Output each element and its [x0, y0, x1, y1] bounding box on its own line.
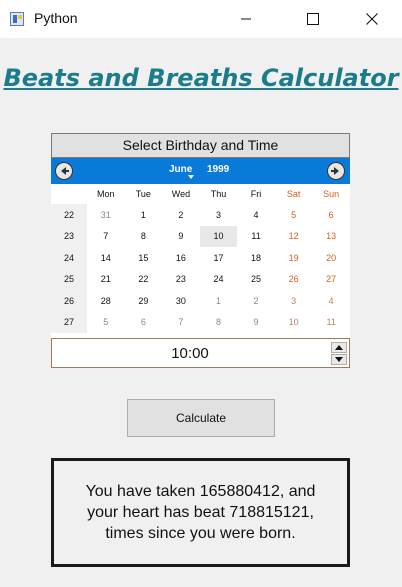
- calendar-week-row: 26 28 29 30 1 2 3 4: [51, 290, 350, 312]
- calendar-day[interactable]: 22: [125, 269, 163, 291]
- calendar-day[interactable]: 4: [237, 204, 275, 226]
- calendar-day-selected[interactable]: 10: [199, 225, 238, 247]
- calendar-day[interactable]: 28: [87, 290, 125, 312]
- calendar-day[interactable]: 1: [125, 204, 163, 226]
- result-panel: You have taken 165880412, and your heart…: [51, 458, 350, 567]
- calendar-year[interactable]: 1999: [207, 164, 229, 175]
- week-number: 26: [51, 290, 87, 312]
- calendar-day[interactable]: 3: [200, 204, 238, 226]
- calendar-day[interactable]: 3: [275, 290, 313, 312]
- month-dropdown-icon[interactable]: [188, 175, 194, 179]
- calendar-day[interactable]: 10: [275, 312, 313, 334]
- calendar-day[interactable]: 12: [275, 226, 313, 248]
- calendar-day[interactable]: 11: [237, 226, 275, 248]
- calendar-day[interactable]: 2: [162, 204, 200, 226]
- calendar-day[interactable]: 9: [237, 312, 275, 334]
- calculate-button[interactable]: Calculate: [127, 399, 275, 437]
- calendar-day[interactable]: 24: [200, 269, 238, 291]
- calendar-day[interactable]: 20: [312, 247, 350, 269]
- calendar-day[interactable]: 8: [125, 226, 163, 248]
- time-value[interactable]: 10:00: [52, 345, 328, 362]
- calendar-day[interactable]: 23: [162, 269, 200, 291]
- arrow-left-icon[interactable]: [55, 162, 73, 180]
- calendar-day[interactable]: 5: [275, 204, 313, 226]
- result-text: You have taken 165880412, and your heart…: [67, 481, 335, 544]
- python-app-icon: [10, 12, 24, 26]
- week-number: 23: [51, 225, 87, 247]
- calendar-day[interactable]: 6: [312, 204, 350, 226]
- calendar-day[interactable]: 16: [162, 247, 200, 269]
- calendar-day[interactable]: 25: [237, 269, 275, 291]
- spin-up-icon[interactable]: [331, 342, 347, 353]
- result-line: your heart has beat 718815121,: [87, 504, 314, 521]
- calendar-day[interactable]: 8: [200, 312, 238, 334]
- spin-down-icon[interactable]: [331, 354, 347, 365]
- calendar-day[interactable]: 26: [275, 269, 313, 291]
- calendar-day[interactable]: 2: [237, 290, 275, 312]
- week-number: 27: [51, 311, 87, 333]
- calendar-day[interactable]: 15: [125, 247, 163, 269]
- app-title: Beats and Breaths Calculator: [3, 64, 399, 92]
- close-icon: [366, 13, 378, 25]
- calendar-day[interactable]: 13: [312, 226, 350, 248]
- window-titlebar: Python: [0, 0, 402, 38]
- maximize-button[interactable]: [287, 0, 339, 38]
- weekday-header: Sun: [323, 189, 340, 199]
- calendar-header: Select Birthday and Time: [51, 133, 350, 158]
- calendar-week-row: 24 14 15 16 17 18 19 20: [51, 247, 350, 269]
- minimize-icon: [241, 18, 251, 20]
- calendar-month[interactable]: June: [169, 164, 192, 175]
- calendar-week-row: 27 5 6 7 8 9 10 11: [51, 311, 350, 334]
- calendar-week-row: 23 7 8 9 10 11 12 13: [51, 225, 350, 248]
- calendar-day[interactable]: 4: [312, 290, 350, 312]
- minimize-button[interactable]: [220, 0, 272, 38]
- calendar-day[interactable]: 14: [87, 247, 125, 269]
- calendar-day[interactable]: 7: [87, 226, 125, 248]
- result-line: times since you were born.: [105, 525, 296, 542]
- calendar-day[interactable]: 21: [87, 269, 125, 291]
- weekday-header: Thu: [210, 189, 227, 199]
- calendar-week-row: 25 21 22 23 24 25 26 27: [51, 268, 350, 291]
- arrow-right-icon[interactable]: [327, 162, 345, 180]
- calendar-week-row: 22 31 1 2 3 4 5 6: [51, 204, 350, 226]
- week-number: 24: [51, 247, 87, 269]
- calendar-day[interactable]: 9: [162, 226, 200, 248]
- result-line: You have taken 165880412, and: [85, 483, 316, 500]
- calendar-day[interactable]: 19: [275, 247, 313, 269]
- week-number: 22: [51, 204, 87, 226]
- close-button[interactable]: [346, 0, 398, 38]
- calendar-day[interactable]: 30: [162, 290, 200, 312]
- window-title: Python: [34, 10, 78, 26]
- calendar-day[interactable]: 5: [87, 312, 125, 334]
- week-number-header: [51, 184, 87, 204]
- weekday-header: Tue: [135, 189, 151, 199]
- calendar-day[interactable]: 1: [200, 290, 238, 312]
- calendar-nav-bar: June 1999: [51, 158, 350, 184]
- calendar-day[interactable]: 31: [87, 204, 125, 226]
- calendar-day[interactable]: 29: [125, 290, 163, 312]
- calendar-day[interactable]: 17: [200, 247, 238, 269]
- calendar-day[interactable]: 11: [312, 312, 350, 334]
- weekday-header: Fri: [250, 189, 262, 199]
- calendar-day[interactable]: 6: [125, 312, 163, 334]
- calendar-day[interactable]: 7: [162, 312, 200, 334]
- time-spinbox[interactable]: 10:00: [51, 338, 350, 368]
- calendar-day[interactable]: 27: [312, 269, 350, 291]
- weekday-header: Wed: [171, 189, 191, 199]
- weekday-header: Mon: [97, 189, 115, 199]
- calendar-grid: Mon Tue Wed Thu Fri Sat Sun 22 31 1 2 3 …: [51, 184, 350, 338]
- maximize-icon: [307, 13, 319, 25]
- week-number: 25: [51, 268, 87, 290]
- calendar-day[interactable]: 18: [237, 247, 275, 269]
- weekday-header: Sat: [286, 189, 301, 199]
